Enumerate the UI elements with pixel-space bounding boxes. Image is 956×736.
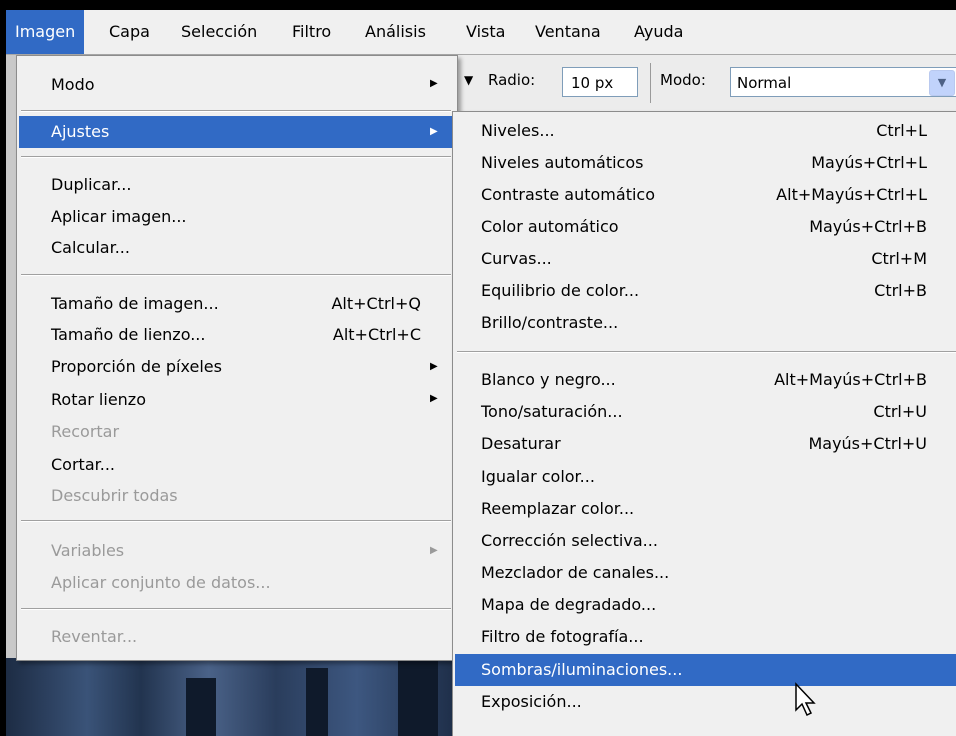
menu-item-modo[interactable]: Modo [51, 70, 441, 100]
menu-item-rotar-lienzo[interactable]: Rotar lienzo [51, 385, 441, 415]
menu-item-color-automatico[interactable]: Color automático Mayús+Ctrl+B [481, 212, 927, 242]
menu-item-desaturar[interactable]: Desaturar Mayús+Ctrl+U [481, 429, 927, 459]
menu-item-tamano-imagen[interactable]: Tamaño de imagen... Alt+Ctrl+Q [51, 289, 421, 319]
menu-separator [21, 520, 451, 522]
menu-item-variables: Variables [51, 541, 125, 560]
menu-item-recortar: Recortar [51, 422, 120, 441]
options-toolbar: ▼ Radio: 10 px Modo: Normal ▼ Op [454, 55, 956, 112]
submenu-arrow-icon: ▶ [430, 393, 438, 404]
menu-item-reventar: Reventar... [51, 627, 138, 646]
submenu-arrow-icon: ▶ [430, 361, 438, 372]
menu-separator [21, 156, 451, 158]
menu-item-filtro-fotografia[interactable]: Filtro de fotografía... [481, 622, 927, 652]
menu-filtro[interactable]: Filtro [283, 10, 340, 54]
menu-item-equilibrio-color[interactable]: Equilibrio de color... Ctrl+B [481, 276, 927, 306]
menu-item-curvas[interactable]: Curvas... Ctrl+M [481, 244, 927, 274]
radius-label: Radio: [488, 71, 536, 89]
menu-item-ajustes-label: Ajustes [51, 122, 110, 141]
menu-item-aplicar-imagen[interactable]: Aplicar imagen... [51, 202, 441, 232]
imagen-menu: Modo ▶ Ajustes ▶ Duplicar... Aplicar ima… [16, 55, 458, 661]
menu-bar: Imagen Capa Selección Filtro Análisis Vi… [6, 10, 956, 55]
menu-seleccion[interactable]: Selección [172, 10, 266, 54]
mouse-pointer-icon [795, 682, 816, 717]
toolbar-divider [650, 63, 651, 103]
menu-separator [21, 110, 451, 112]
menu-separator [21, 608, 451, 610]
menu-item-exposicion[interactable]: Exposición... [481, 687, 927, 717]
menu-item-brillo-contraste[interactable]: Brillo/contraste... [481, 308, 927, 338]
menu-analisis[interactable]: Análisis [356, 10, 435, 54]
menu-separator [457, 351, 956, 353]
menu-item-mapa-degradado[interactable]: Mapa de degradado... [481, 590, 927, 620]
ajustes-submenu: Niveles... Ctrl+L Niveles automáticos Mayú… [452, 111, 956, 736]
app-window: Imagen Capa Selección Filtro Análisis Vi… [6, 10, 956, 736]
mode-select[interactable]: Normal ▼ [730, 67, 956, 97]
menu-item-reemplazar-color[interactable]: Reemplazar color... [481, 494, 927, 524]
menu-vista[interactable]: Vista [457, 10, 514, 54]
menu-item-niveles[interactable]: Niveles... Ctrl+L [481, 116, 927, 146]
menu-item-mezclador-canales[interactable]: Mezclador de canales... [481, 558, 927, 588]
radius-input[interactable]: 10 px [562, 67, 638, 97]
menu-separator [21, 274, 451, 276]
mode-label: Modo: [660, 71, 706, 89]
menu-item-tamano-lienzo[interactable]: Tamaño de lienzo... Alt+Ctrl+C [51, 320, 421, 350]
menu-item-proporcion-pixeles[interactable]: Proporción de píxeles [51, 352, 441, 382]
submenu-arrow-icon: ▶ [430, 126, 438, 137]
menu-ayuda[interactable]: Ayuda [625, 10, 692, 54]
menu-capa[interactable]: Capa [100, 10, 159, 54]
mode-value: Normal [737, 74, 792, 92]
menu-item-calcular[interactable]: Calcular... [51, 233, 441, 263]
menu-ventana[interactable]: Ventana [526, 10, 610, 54]
menu-item-duplicar[interactable]: Duplicar... [51, 170, 441, 200]
brush-preset-arrow-icon[interactable]: ▼ [464, 73, 473, 87]
menu-item-cortar[interactable]: Cortar... [51, 450, 441, 480]
menu-item-descubrir-todas: Descubrir todas [51, 486, 178, 505]
menu-item-sombras-label: Sombras/iluminaciones... [481, 660, 683, 679]
submenu-arrow-icon: ▶ [430, 545, 438, 556]
menu-imagen[interactable]: Imagen [6, 10, 85, 54]
chevron-down-icon[interactable]: ▼ [929, 70, 955, 96]
menu-item-aplicar-conjunto: Aplicar conjunto de datos... [51, 573, 271, 592]
canvas-image [6, 658, 456, 736]
menu-item-blanco-negro[interactable]: Blanco y negro... Alt+Mayús+Ctrl+B [481, 365, 927, 395]
menu-item-correccion-selectiva[interactable]: Corrección selectiva... [481, 526, 927, 556]
menu-item-tono-saturacion[interactable]: Tono/saturación... Ctrl+U [481, 397, 927, 427]
menu-item-contraste-automatico[interactable]: Contraste automático Alt+Mayús+Ctrl+L [481, 180, 927, 210]
menu-item-igualar-color[interactable]: Igualar color... [481, 462, 927, 492]
menu-item-niveles-automaticos[interactable]: Niveles automáticos Mayús+Ctrl+L [481, 148, 927, 178]
submenu-arrow-icon: ▶ [430, 78, 438, 89]
